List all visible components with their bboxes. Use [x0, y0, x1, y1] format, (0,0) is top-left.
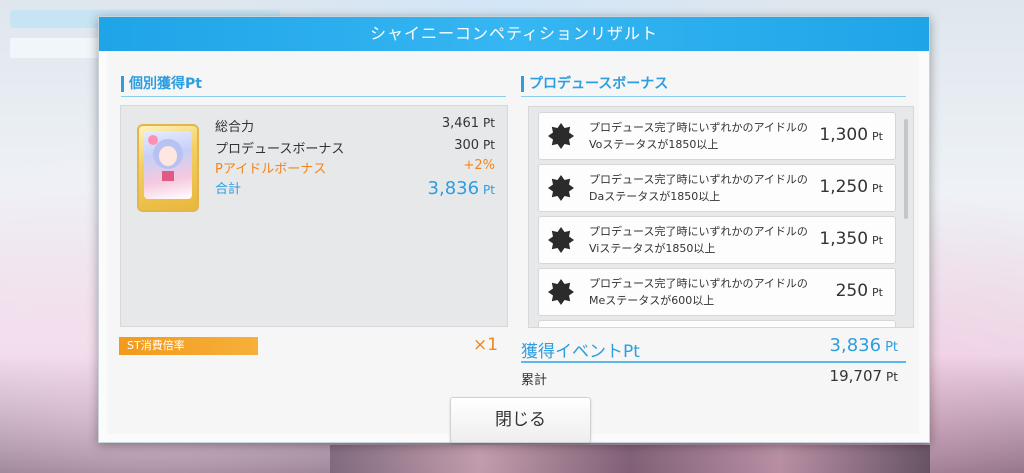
stat-label: 総合力 — [215, 120, 255, 135]
cumulative-value: 19,707 Pt — [829, 367, 898, 385]
bonus-item: プロデュース完了時にいずれかのアイドルの Meステータスが600以上 250 Pt — [538, 268, 896, 316]
individual-pt-title: 個別獲得Pt — [121, 75, 202, 93]
star-badge-icon — [548, 279, 574, 305]
produce-bonus-title: プロデュースボーナス — [521, 75, 668, 93]
bonus-description: プロデュース完了時にいずれかのアイドルの Daステータスが1850以上 — [589, 173, 808, 203]
star-badge-icon — [548, 123, 574, 149]
star-badge-icon — [548, 227, 574, 253]
stat-label: Pアイドルボーナス — [215, 162, 327, 177]
produce-bonus-list[interactable]: プロデュース完了時にいずれかのアイドルの Voステータスが1850以上 1,30… — [528, 106, 914, 328]
stat-label: プロデュースボーナス — [215, 142, 345, 157]
bonus-description: プロデュース完了時にいずれかのアイドルの Voステータスが1850以上 — [589, 121, 808, 151]
st-multiplier-label: ST消費倍率 — [119, 337, 258, 355]
background-idols-strip — [330, 445, 930, 473]
bonus-item: プロデュース完了時にいずれかのアイドルの Viステータスが1850以上 1,35… — [538, 216, 896, 264]
bonus-item-partial — [538, 320, 896, 327]
bonus-item: プロデュース完了時にいずれかのアイドルの Voステータスが1850以上 1,30… — [538, 112, 896, 160]
stat-row-sum: 合計 3,836 Pt — [215, 178, 495, 199]
bonus-description: プロデュース完了時にいずれかのアイドルの Viステータスが1850以上 — [589, 225, 808, 255]
stat-row-p-idol-bonus: Pアイドルボーナス +2% — [215, 158, 495, 177]
bonus-pt: 250 Pt — [835, 281, 883, 301]
background-panel — [10, 38, 105, 58]
idol-portrait — [144, 131, 192, 199]
event-pt-label: 獲得イベントPt — [521, 342, 640, 362]
cumulative-label: 累計 — [521, 373, 548, 388]
list-scrollbar[interactable] — [904, 119, 908, 219]
dialog-body: 個別獲得Pt 総合力 3,461 Pt プロデュースボーナス 300 Pt Pア… — [107, 51, 919, 443]
stat-value: 3,461 Pt — [441, 116, 495, 131]
stat-value: 3,836 Pt — [427, 178, 495, 199]
section-divider — [121, 96, 506, 97]
stat-value: 300 Pt — [454, 138, 495, 153]
event-pt-value: 3,836 Pt — [829, 335, 898, 356]
event-pt-divider — [521, 361, 906, 363]
result-dialog: シャイニーコンペティションリザルト 個別獲得Pt 総合力 3,461 Pt プロデ… — [98, 16, 930, 443]
section-divider — [521, 96, 906, 97]
st-multiplier-value: ×1 — [473, 335, 499, 355]
star-badge-icon — [548, 175, 574, 201]
bonus-pt: 1,350 Pt — [819, 229, 883, 249]
bonus-pt: 1,250 Pt — [819, 177, 883, 197]
stat-row-total-power: 総合力 3,461 Pt — [215, 116, 495, 135]
stat-label: 合計 — [215, 182, 242, 197]
bonus-item: プロデュース完了時にいずれかのアイドルの Daステータスが1850以上 1,25… — [538, 164, 896, 212]
bonus-pt: 1,300 Pt — [819, 125, 883, 145]
stat-value: +2% — [463, 158, 495, 173]
stat-row-produce-bonus: プロデュースボーナス 300 Pt — [215, 138, 495, 157]
close-button[interactable]: 閉じる — [450, 397, 591, 443]
idol-card[interactable] — [137, 124, 199, 212]
dialog-title: シャイニーコンペティションリザルト — [99, 17, 929, 51]
individual-pt-panel: 総合力 3,461 Pt プロデュースボーナス 300 Pt Pアイドルボーナス +… — [120, 105, 508, 327]
bonus-description: プロデュース完了時にいずれかのアイドルの Meステータスが600以上 — [589, 277, 808, 307]
